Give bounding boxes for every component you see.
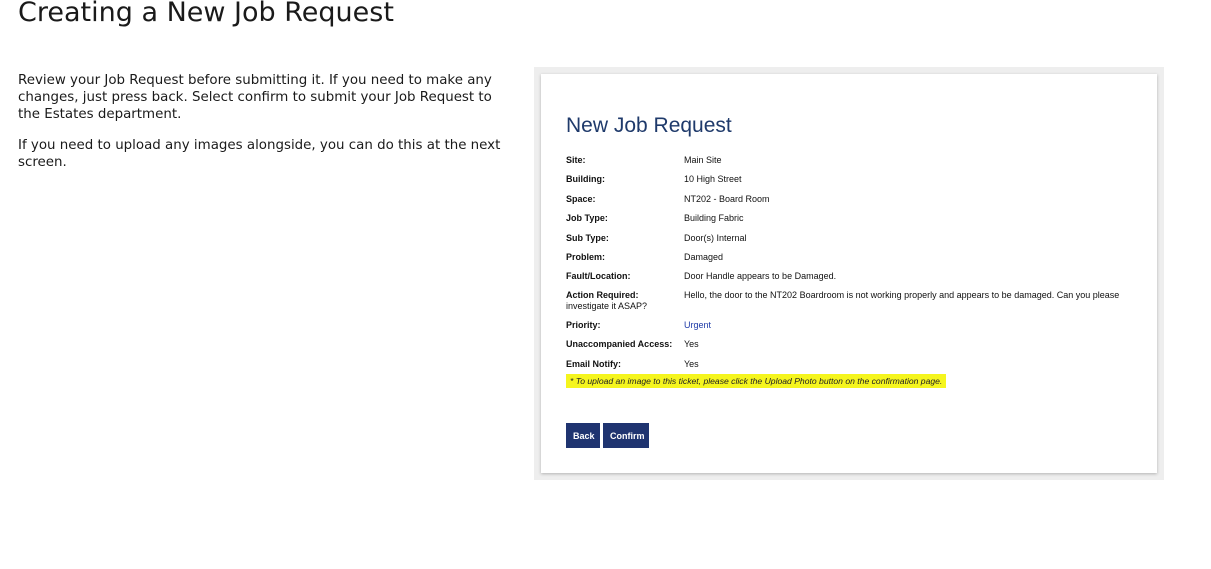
intro-paragraph: Review your Job Request before submittin… — [18, 73, 492, 122]
intro-paragraph: If you need to upload any images alongsi… — [18, 138, 501, 170]
upload-photo-note: * To upload an image to this ticket, ple… — [566, 374, 947, 388]
detail-row-fault-location: Fault/Location: Door Handle appears to b… — [566, 270, 1136, 289]
detail-row-priority: Priority: Urgent — [566, 319, 1136, 338]
detail-label: Unaccompanied Access: — [566, 339, 673, 350]
detail-value: 10 High Street — [684, 174, 742, 185]
detail-label: Site: — [566, 155, 586, 165]
detail-label: Problem: — [566, 251, 606, 262]
detail-row-site: Site: Main Site — [566, 154, 1136, 173]
detail-label: Email Notify: — [566, 358, 622, 369]
detail-label: Action Required: — [566, 289, 639, 300]
detail-label: Priority: — [566, 319, 601, 330]
intro-text: Review your Job Request before submittin… — [18, 72, 508, 185]
detail-value: Door Handle appears to be Damaged. — [684, 271, 837, 282]
detail-row-action-required: Action Required: Hello, the door to the N… — [566, 290, 1136, 319]
detail-value: Yes — [684, 339, 699, 350]
page-title: Creating a New Job Request — [18, 0, 394, 28]
detail-label: Fault/Location: — [566, 271, 631, 282]
detail-value: Door(s) Internal — [684, 232, 747, 243]
detail-row-building: Building: 10 High Street — [566, 173, 1136, 192]
detail-row-unaccompanied-access: Unaccompanied Access: Yes — [566, 338, 1136, 357]
detail-row-space: Space: NT202 - Board Room — [566, 193, 1136, 212]
detail-row-problem: Problem: Damaged — [566, 251, 1136, 270]
job-details: Site: Main Site Building: 10 High Street… — [566, 154, 1136, 377]
detail-row-sub-type: Sub Type: Door(s) Internal — [566, 232, 1136, 251]
detail-label: Sub Type: — [566, 232, 609, 243]
detail-value: NT202 - Board Room — [684, 193, 770, 204]
detail-value: Building Fabric — [684, 213, 744, 224]
action-required-text: Action Required: Hello, the door to the N… — [566, 290, 1136, 312]
back-button[interactable]: Back — [566, 423, 600, 448]
job-request-frame: New Job Request Site: Main Site Building… — [534, 67, 1164, 480]
detail-label: Job Type: — [566, 213, 608, 224]
job-request-card: New Job Request Site: Main Site Building… — [541, 74, 1157, 473]
detail-label: Building: — [566, 174, 605, 185]
detail-label: Space: — [566, 193, 596, 204]
detail-value: Damaged — [684, 251, 724, 262]
priority-value: Urgent — [684, 319, 712, 330]
confirm-button[interactable]: Confirm — [603, 423, 649, 448]
detail-value: Yes — [684, 358, 699, 369]
detail-value: Main Site — [684, 155, 722, 165]
detail-row-job-type: Job Type: Building Fabric — [566, 212, 1136, 231]
form-title: New Job Request — [566, 114, 732, 137]
